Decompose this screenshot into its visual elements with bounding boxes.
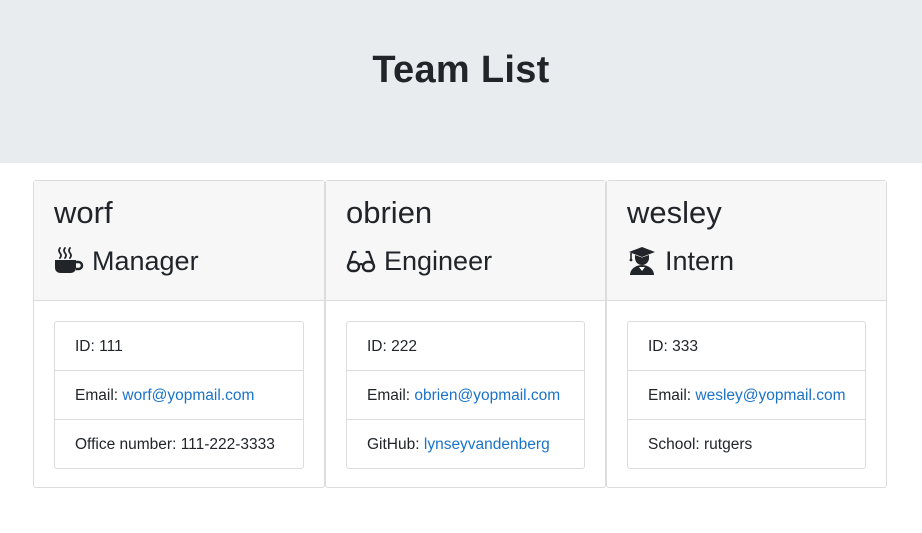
id-label: ID: bbox=[648, 338, 668, 355]
email-label: Email: bbox=[75, 387, 119, 404]
employee-role: Intern bbox=[627, 241, 734, 281]
list-item-email: Email: worf@yopmail.com bbox=[55, 371, 303, 420]
page-header: Team List bbox=[0, 0, 922, 163]
user-graduate-icon bbox=[627, 246, 657, 276]
employee-card-intern: wesley Intern ID: 333 Email: wesley@yopm… bbox=[606, 180, 887, 488]
list-item-id: ID: 222 bbox=[347, 322, 584, 371]
office-number-value: 111-222-3333 bbox=[180, 436, 275, 453]
email-link[interactable]: worf@yopmail.com bbox=[122, 387, 254, 404]
id-label: ID: bbox=[367, 338, 387, 355]
role-label: Intern bbox=[665, 246, 735, 276]
school-value: rutgers bbox=[704, 436, 753, 453]
card-header: wesley Intern bbox=[607, 181, 886, 301]
list-item-office-number: Office number: 111-222-3333 bbox=[55, 420, 303, 468]
employee-name: wesley bbox=[627, 195, 722, 230]
card-header: obrien Engineer bbox=[326, 181, 605, 301]
employee-details: ID: 111 Email: worf@yopmail.com Office n… bbox=[54, 321, 304, 469]
id-value: 333 bbox=[672, 338, 698, 355]
employee-card-manager: worf Manager ID: 111 Email: worf@yopmail… bbox=[33, 180, 325, 488]
email-label: Email: bbox=[648, 387, 692, 404]
list-item-email: Email: wesley@yopmail.com bbox=[628, 371, 865, 420]
employee-card-engineer: obrien Engineer ID: 222 Email: obrien@yo… bbox=[325, 180, 606, 488]
role-label: Engineer bbox=[384, 246, 493, 276]
list-item-email: Email: obrien@yopmail.com bbox=[347, 371, 584, 420]
list-item-github: GitHub: lynseyvandenberg bbox=[347, 420, 584, 468]
employee-details: ID: 222 Email: obrien@yopmail.com GitHub… bbox=[346, 321, 585, 469]
card-header: worf Manager bbox=[34, 181, 324, 301]
id-label: ID: bbox=[75, 338, 95, 355]
list-item-id: ID: 111 bbox=[55, 322, 303, 371]
employee-name: obrien bbox=[346, 195, 433, 230]
role-label: Manager bbox=[92, 246, 199, 276]
mug-hot-icon bbox=[54, 246, 84, 276]
id-value: 222 bbox=[391, 338, 417, 355]
list-item-school: School: rutgers bbox=[628, 420, 865, 468]
email-link[interactable]: obrien@yopmail.com bbox=[414, 387, 560, 404]
employee-name: worf bbox=[54, 195, 113, 230]
email-label: Email: bbox=[367, 387, 411, 404]
glasses-icon bbox=[346, 246, 376, 276]
office-number-label: Office number: bbox=[75, 436, 177, 453]
github-label: GitHub: bbox=[367, 436, 420, 453]
school-label: School: bbox=[648, 436, 700, 453]
employee-details: ID: 333 Email: wesley@yopmail.com School… bbox=[627, 321, 866, 469]
github-link[interactable]: lynseyvandenberg bbox=[424, 436, 550, 453]
employee-role: Engineer bbox=[346, 241, 492, 281]
id-value: 111 bbox=[99, 338, 123, 355]
employee-role: Manager bbox=[54, 241, 199, 281]
page-title: Team List bbox=[372, 49, 550, 91]
list-item-id: ID: 333 bbox=[628, 322, 865, 371]
email-link[interactable]: wesley@yopmail.com bbox=[695, 387, 845, 404]
